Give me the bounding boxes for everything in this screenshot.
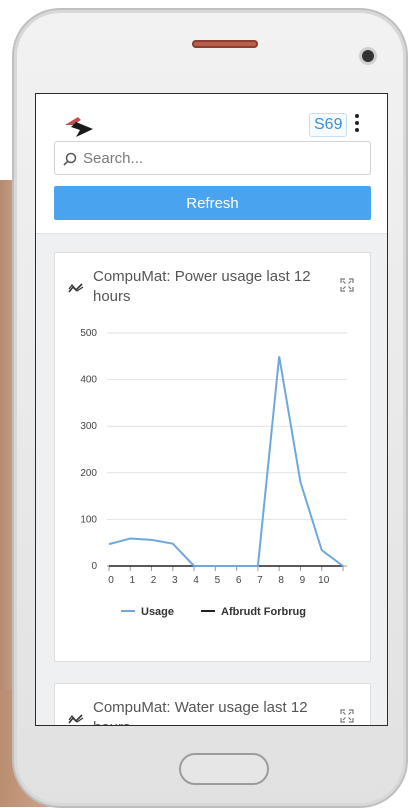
y-tick-label: 0 — [91, 561, 97, 572]
x-tick-label: 4 — [193, 575, 199, 586]
phone-home-button[interactable] — [179, 753, 269, 785]
series-line-usage — [108, 356, 344, 567]
expand-icon[interactable] — [340, 709, 354, 723]
kebab-menu-icon[interactable] — [352, 112, 362, 138]
search-input[interactable] — [83, 142, 363, 174]
search-field[interactable] — [54, 141, 371, 175]
x-tick-label: 3 — [172, 575, 178, 586]
y-tick-label: 200 — [80, 468, 97, 479]
x-tick-label: 9 — [300, 575, 306, 586]
legend-label: Usage — [141, 606, 174, 618]
x-tick-label: 6 — [236, 575, 242, 586]
phone-speaker — [192, 40, 258, 48]
card-title: CompuMat: Water usage last 12 hours — [93, 699, 308, 725]
power-usage-chart: 0 100 200 300 400 500 0 1 2 3 4 5 6 7 8 9 10 Usage Afbrudt… — [80, 328, 347, 618]
x-tick-label: 7 — [257, 575, 263, 586]
expand-icon[interactable] — [340, 278, 354, 292]
app-screen: S69 Refresh CompuMat: Power usage last 1… — [35, 93, 388, 726]
y-tick-label: 300 — [80, 421, 97, 432]
x-tick-label: 10 — [318, 575, 330, 586]
y-tick-label: 400 — [80, 375, 97, 386]
legend-label: Afbrudt Forbrug — [221, 606, 306, 618]
x-tick-label: 1 — [129, 575, 135, 586]
x-tick-label: 8 — [278, 575, 284, 586]
y-tick-label: 100 — [80, 514, 97, 525]
trend-chart-icon — [68, 714, 84, 724]
x-tick-label: 2 — [151, 575, 157, 586]
site-code-badge[interactable]: S69 — [309, 113, 348, 137]
phone-camera — [362, 50, 374, 62]
app-header: S69 Refresh — [36, 94, 387, 234]
card-title: CompuMat: Power usage last 12 hours — [93, 268, 311, 305]
trend-chart-icon — [68, 283, 84, 293]
x-tick-label: 0 — [108, 575, 114, 586]
logo-icon[interactable] — [62, 112, 98, 140]
refresh-button[interactable]: Refresh — [54, 186, 371, 220]
y-tick-label: 500 — [80, 328, 97, 339]
x-tick-label: 5 — [215, 575, 221, 586]
water-usage-card: CompuMat: Water usage last 12 hours — [54, 683, 371, 725]
search-icon — [63, 152, 77, 166]
power-usage-card: CompuMat: Power usage last 12 hours 0 100… — [54, 252, 371, 662]
